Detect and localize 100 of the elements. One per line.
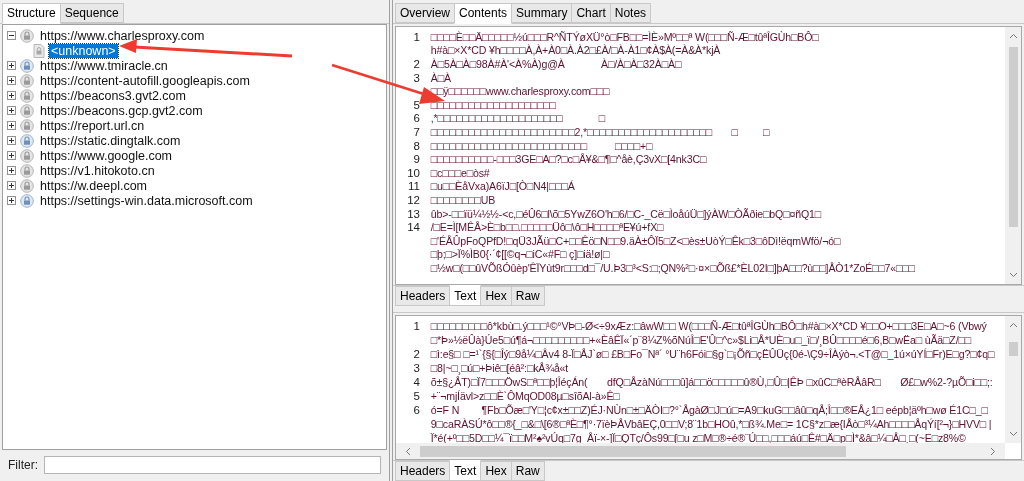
tab[interactable]: Notes xyxy=(609,3,652,23)
line-number: 1 xyxy=(412,320,421,332)
globe-lock-icon xyxy=(20,133,34,148)
code-line: ó=F N ¶Fb□Õæ□'Y□¦c¢x±□□Z)ÉJ·NÙn□±□ÄÒI□?°`ÅgàØ□J□ú□=A9□kuG□□âû□qÅ;Î□□®EÅ¿1□ eépb¦äºh□wø É1C□_□ xyxy=(429,404,988,416)
expand-icon[interactable] xyxy=(7,61,16,70)
line-number: 11 xyxy=(407,180,421,193)
scroll-thumb[interactable] xyxy=(420,445,847,457)
code-line: □u□□ÈåVxa)A6ïJ□[Ò□N4|□□□Á xyxy=(429,180,575,193)
host-item[interactable]: https://report.url.cn xyxy=(38,118,147,133)
code-line: h#à□×X*CD ¥h□□□□À,À+À0□À.À2□£À/□À-À1□¢À$À(=À&À*kjÀ xyxy=(429,44,721,57)
code-line: □ì:e§□ □=¹`{§{□Îý□9å¼□Âv4 8-Ï□ÅJ`ø□ £B□Fo¯Nª´ °U¨h6Fói□§g`□¡Õñ□çËÛÜç{0é-\Ç9÷ÎÀýò¬.<T@□_1ú×úYÍ□Fr)E□g?□¢q□ xyxy=(429,348,995,360)
code-line: □'ÉÅÛpFoQPfD!□qÜ3JÃü□C+□□Êö□N□□9.äÀ±ÔÏ5□Z<□ès±UòÝ□Êk□3□ôDì!ëqmWfö/¬ó□ xyxy=(429,234,841,247)
host-item[interactable]: https://w.deepl.com xyxy=(38,178,149,193)
lock-icon xyxy=(20,103,34,118)
host-item[interactable]: https://www.charlesproxy.com xyxy=(38,28,207,43)
code-line: □□□□È□□Ä□□□□□½ú□□□R^ÑTÝøXÜ°ò□FB□□=ÌÈ»Mº□□ª W(□□□Ñ-Æ□tûªÎGÙh□BÔ□ xyxy=(429,30,819,43)
line-number: 6 xyxy=(412,404,421,416)
code-line: □8|~□¸□ú□+Þiê□[éâ²:□kÅ¾å«t xyxy=(429,362,569,374)
lock-icon xyxy=(20,178,34,193)
code-line: □□ÿ□□□□□□www.charlesproxy.com□□□ xyxy=(429,85,610,98)
line-number: 10 xyxy=(406,166,421,179)
lock-icon xyxy=(20,88,34,103)
host-item[interactable]: https://static.dingtalk.com xyxy=(38,133,183,148)
globe-lock-icon xyxy=(20,58,34,73)
filter-field[interactable] xyxy=(44,456,381,474)
line-number: 3 xyxy=(412,362,421,374)
code-line: +¨¬mjÍävl>z□□È`ÔMqOD08µ□sîõAl-à»Ê□ xyxy=(429,390,620,402)
tab[interactable]: Headers xyxy=(395,461,451,481)
line-number: 14 xyxy=(406,221,421,234)
host-item[interactable]: https://settings-win.data.microsoft.com xyxy=(38,193,255,208)
line-number: 5 xyxy=(412,98,421,111)
line-number: 4 xyxy=(412,376,421,388)
code-line: □□□□□□□□□ô*kbù□.ý□□□¹©°VÞ□-Ø<÷9xÆz:□âwW□□ W(□□□Ñ-Æ□tûªÎGÙh□BÔ□h#à□×X*CD ¥□□O+□□□3E□A□~6 (Vbwý xyxy=(429,320,987,332)
filter-label: Filter: xyxy=(8,458,38,472)
host-item[interactable]: <unknown> xyxy=(49,43,118,58)
scroll-thumb[interactable] xyxy=(1008,342,1018,356)
code-line: □½w□(□□ûVÕßÓûèp'ÊÏYùt9r□□□d□¯/U.Þ3□³<S:□;QN%²□·¤×□Õß£*ÈL02I□]þA□□?ù□□]ÅÒ1*ZoÉ□□7«□□□ xyxy=(429,261,915,274)
tab[interactable]: Text xyxy=(449,285,482,306)
lock-icon xyxy=(20,163,34,178)
host-item[interactable]: https://www.google.com xyxy=(38,148,174,163)
tab[interactable]: Summary xyxy=(511,3,573,23)
tab[interactable]: Raw xyxy=(510,286,545,306)
code-line: À□5À□À□98À#À'<À%À)g@À À□/À□À□32À□À□ xyxy=(429,58,682,70)
expand-icon[interactable] xyxy=(7,106,16,115)
code-line: ûb>-□□ïü¼½½-<c,□éÛ6□l\õ□5YwZ6O'h□6/□C-_Cë□ÌoåúÜ□]ýÀW□ÒÃðie□bQ□¤ñQ1□ xyxy=(429,207,821,220)
tab[interactable]: Sequence xyxy=(59,3,124,23)
tab[interactable]: Text xyxy=(449,460,482,481)
line-number: 2 xyxy=(412,58,421,70)
lock-icon xyxy=(20,73,34,88)
expand-icon[interactable] xyxy=(7,166,16,175)
expand-icon[interactable] xyxy=(7,196,16,205)
code-line: □□□□□□□□UB xyxy=(429,193,496,206)
line-number: 3 xyxy=(412,71,421,84)
lock-icon xyxy=(20,28,34,43)
expand-icon[interactable] xyxy=(7,181,16,190)
code-line: ,*□□□□□□□□□□□□□□□□□□□□ □ xyxy=(429,112,606,125)
host-item[interactable]: https://content-autofill.googleapis.com xyxy=(38,73,252,88)
host-item[interactable]: https://v1.hitokoto.cn xyxy=(38,163,157,178)
expand-icon[interactable] xyxy=(7,121,16,130)
document-icon xyxy=(33,43,45,58)
line-number: 2 xyxy=(412,348,421,360)
code-line: /□E=Ì[MÊÅ>È□b□□.□□□□□Üô□\ô□H□□□□ªE¥ú+fX□ xyxy=(429,221,664,234)
code-line: □c□□□e□òs# xyxy=(429,166,490,179)
tab[interactable]: Headers xyxy=(395,286,451,306)
lock-icon xyxy=(20,148,34,163)
tab[interactable]: Hex xyxy=(480,286,512,306)
code-line: 9□caRÀSÚ*ô□□®{_□&□\[6®□ªÈ□¶°·7ïèÞÅVbâEÇ,0□□V;8¨1b□HOû,*□ß¾.Me□= 1C§*z□æ{IÅò□³¼Ah□□□□ÅqÝí[²¬}□HVV□ | xyxy=(429,418,992,430)
vertical-scrollbar[interactable] xyxy=(1005,27,1021,284)
expand-icon[interactable] xyxy=(7,151,16,160)
tab[interactable]: Raw xyxy=(510,461,545,481)
tab[interactable]: Contents xyxy=(454,3,513,24)
code-line: □þ;□>Ï%ÌB0{·´¢[[©q¬□iC«#F□ ç]□iä!ø|□ xyxy=(429,248,610,261)
line-number: 9 xyxy=(412,153,421,166)
host-item[interactable]: https://www.tmiracle.cn xyxy=(38,58,170,73)
line-number: 8 xyxy=(412,139,421,152)
horizontal-scrollbar[interactable] xyxy=(396,443,1005,459)
code-line: õ±§¿ÅT)□Ï7□□□ÖwS□ª□□þ¦ÎéçÁn( dfQ□ÅzàNú□□□û]á□□ö□□□□□û®Ù,□Û□|ÊÞ □xûC□ªèRÅâR□ Ø£□w%2-?µÕ□i□□;: xyxy=(429,376,993,388)
vertical-scrollbar[interactable] xyxy=(1005,316,1021,443)
globe-lock-icon xyxy=(20,193,34,208)
tab[interactable]: Structure xyxy=(2,3,61,24)
tab[interactable]: Chart xyxy=(571,3,611,23)
line-number: 12 xyxy=(406,193,421,206)
host-item[interactable]: https://beacons.gcp.gvt2.com xyxy=(38,103,205,118)
tab[interactable]: Overview xyxy=(395,3,455,23)
host-item[interactable]: https://beacons3.gvt2.com xyxy=(38,88,188,103)
line-number: 13 xyxy=(406,207,421,220)
expand-icon[interactable] xyxy=(7,76,16,85)
code-line: □□□□□□□□□□□□□□□□□□□□□□□□□ □□□□+□ xyxy=(429,139,653,152)
line-number: 1 xyxy=(412,30,421,43)
collapse-icon[interactable] xyxy=(7,31,16,40)
expand-icon[interactable] xyxy=(7,91,16,100)
line-number: 6 xyxy=(412,112,421,125)
scroll-thumb[interactable] xyxy=(1008,47,1018,227)
lock-icon xyxy=(20,118,34,133)
line-number: 5 xyxy=(412,390,421,402)
tab[interactable]: Hex xyxy=(480,461,512,481)
expand-icon[interactable] xyxy=(7,136,16,145)
code-line: □□□□□□□□□□□□□□□□□□□□□□□2,*□□□□□□□□□□□□□□□□□□□□ □ □ xyxy=(429,125,770,138)
line-number: 7 xyxy=(412,125,421,138)
code-line: □*Þ»½ëÛà}Úe5□ú¶á¬□□□□□□□□□+«ÈâÊÏ«´p¨8¼Z%õNúÎ□E'Û□^c»$Li□Å*UÈ□u□_ï□/¸BÛ□□□□é□6,B□wËa□ ùÃä□Z/□□ xyxy=(429,334,971,346)
